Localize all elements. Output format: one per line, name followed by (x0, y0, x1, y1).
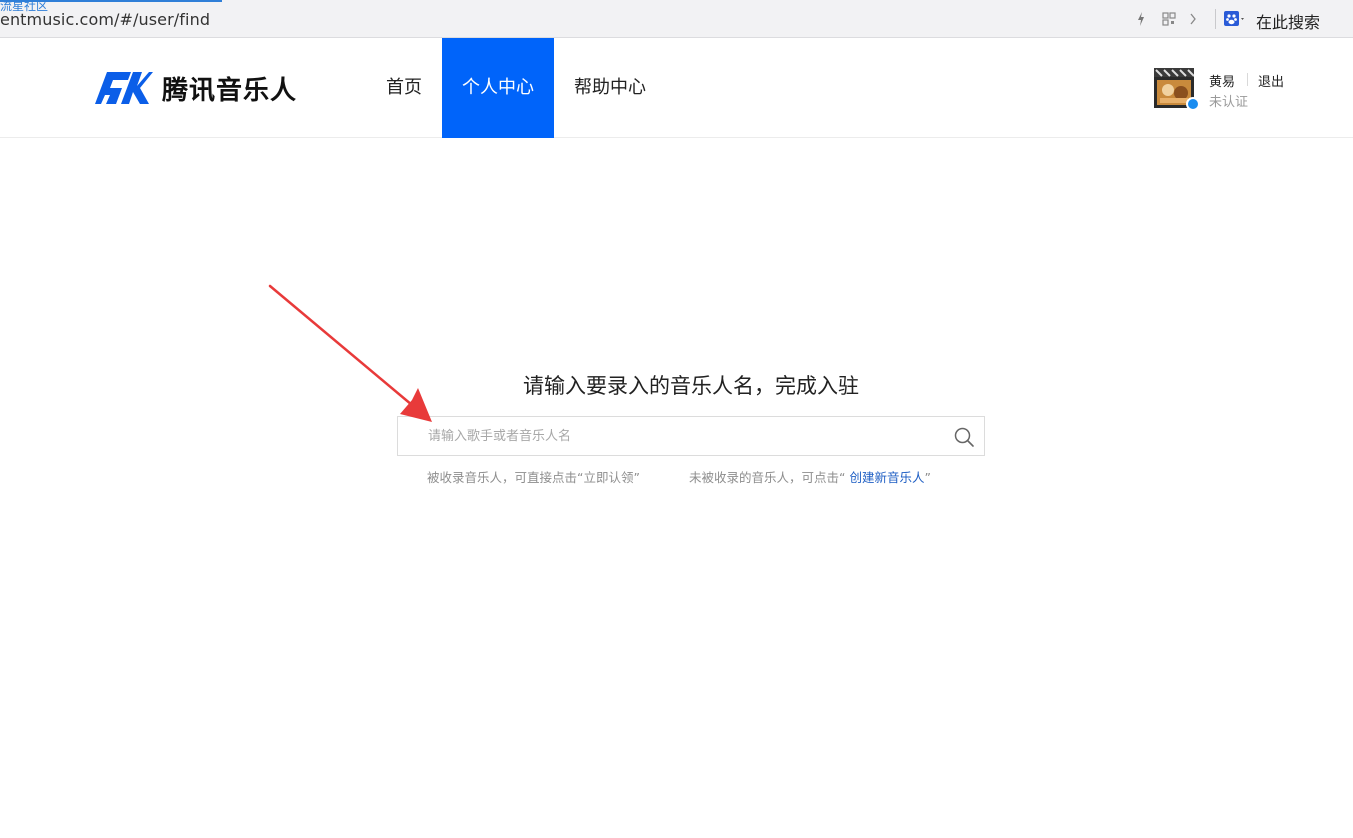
address-url[interactable]: entmusic.com/#/user/find (0, 10, 210, 29)
verification-status: 未认证 (1209, 95, 1249, 110)
nav-help-center[interactable]: 帮助中心 (566, 38, 654, 138)
chevron-right-icon[interactable] (1188, 9, 1198, 29)
nav-home[interactable]: 首页 (374, 38, 434, 138)
musician-search-box (397, 416, 985, 456)
musician-search-input[interactable] (428, 417, 938, 455)
create-hint: 未被收录的音乐人，可点击“ 创建新音乐人” (689, 467, 931, 486)
toolbar-divider (1215, 9, 1216, 29)
nav-personal-center[interactable]: 个人中心 (442, 38, 554, 138)
qr-code-icon[interactable] (1162, 9, 1176, 29)
tencent-musician-logo-icon[interactable] (91, 68, 153, 106)
user-name[interactable]: 黄易 (1209, 71, 1235, 90)
browser-search-engine[interactable]: 在此搜索 (1256, 9, 1320, 33)
create-hint-suffix: ” (924, 470, 931, 485)
bolt-icon[interactable] (1136, 9, 1146, 29)
user-divider (1247, 73, 1248, 86)
baidu-paw-icon[interactable] (1223, 9, 1245, 29)
arrow-annotation (268, 284, 432, 422)
logo-text[interactable]: 腾讯音乐人 (162, 70, 297, 107)
avatar-badge-icon (1186, 97, 1200, 111)
browser-address-bar: 流星社区 entmusic.com/#/user/find 在此搜索 (0, 0, 1353, 38)
create-new-musician-link[interactable]: 创建新音乐人 (849, 470, 924, 485)
site-header: 腾讯音乐人 首页 个人中心 帮助中心 黄易 退出 未认证 (0, 38, 1353, 138)
create-hint-prefix: 未被收录的音乐人，可点击“ (689, 470, 850, 485)
logout-link[interactable]: 退出 (1258, 71, 1284, 90)
search-icon[interactable] (953, 426, 975, 448)
page-title: 请输入要录入的音乐人名，完成入驻 (523, 374, 859, 398)
claim-hint: 被收录音乐人，可直接点击“立即认领” (427, 470, 640, 485)
